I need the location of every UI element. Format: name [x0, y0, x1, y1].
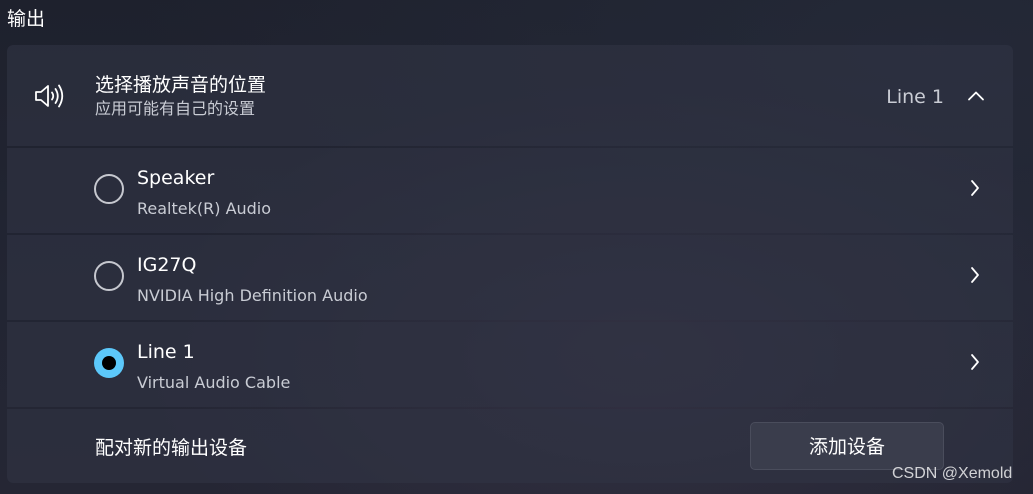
output-location-header[interactable]: 选择播放声音的位置 应用可能有自己的设置 Line 1: [7, 45, 1013, 146]
device-details-button[interactable]: [957, 172, 993, 208]
device-name: IG27Q: [137, 254, 197, 276]
chevron-right-icon: [969, 179, 981, 201]
chevron-right-icon: [969, 266, 981, 288]
device-name: Speaker: [137, 167, 215, 189]
collapse-button[interactable]: [955, 75, 997, 117]
chevron-right-icon: [969, 353, 981, 375]
device-radio-selected[interactable]: [94, 348, 124, 378]
device-name: Line 1: [137, 341, 195, 363]
device-details-button[interactable]: [957, 346, 993, 382]
device-radio[interactable]: [94, 174, 124, 204]
watermark: CSDN @Xemold: [892, 465, 1013, 482]
output-location-subtitle: 应用可能有自己的设置: [95, 99, 256, 118]
output-settings-panel: 选择播放声音的位置 应用可能有自己的设置 Line 1 Speaker Real…: [7, 45, 1013, 483]
output-location-title: 选择播放声音的位置: [95, 74, 267, 96]
section-title: 输出: [7, 8, 46, 30]
device-description: Virtual Audio Cable: [137, 373, 291, 392]
device-details-button[interactable]: [957, 259, 993, 295]
device-row-line-1[interactable]: Line 1 Virtual Audio Cable: [7, 322, 1013, 407]
speaker-icon: [34, 82, 66, 110]
device-radio[interactable]: [94, 261, 124, 291]
pair-new-device-label: 配对新的输出设备: [95, 437, 248, 459]
device-description: Realtek(R) Audio: [137, 199, 272, 218]
pair-new-device-row: 配对新的输出设备 添加设备: [7, 409, 1013, 483]
selected-device-value: Line 1: [886, 86, 944, 108]
chevron-up-icon: [967, 87, 985, 106]
device-row-speaker[interactable]: Speaker Realtek(R) Audio: [7, 148, 1013, 233]
device-row-ig27q[interactable]: IG27Q NVIDIA High Definition Audio: [7, 235, 1013, 320]
device-description: NVIDIA High Definition Audio: [137, 286, 368, 305]
